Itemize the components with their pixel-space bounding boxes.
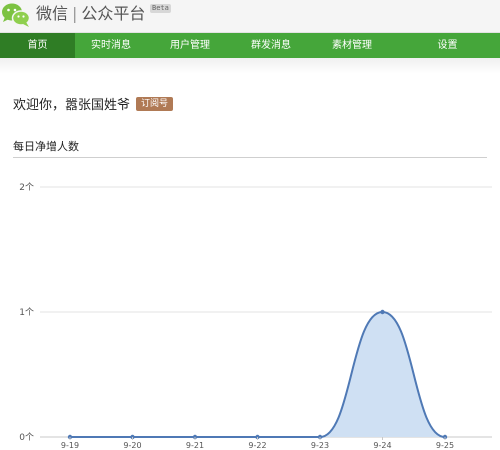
section-name: 公众平台	[81, 4, 146, 23]
top-header: 微信 | 公众平台 Beta	[0, 0, 500, 33]
x-tick-label: 9-23	[311, 441, 329, 450]
main-nav: 首页 实时消息 用户管理 群发消息 素材管理 设置	[0, 33, 500, 58]
series-area	[70, 312, 445, 437]
beta-tag: Beta	[150, 4, 171, 13]
x-tick-label: 9-22	[248, 441, 266, 450]
nav-item-settings[interactable]: 设置	[395, 33, 500, 58]
brand-divider: |	[72, 4, 78, 23]
nav-item-user-management[interactable]: 用户管理	[147, 33, 233, 58]
nav-item-home[interactable]: 首页	[0, 33, 75, 58]
welcome-message: 欢迎你，嚣张国姓爷 订阅号	[13, 94, 174, 113]
stats-divider	[13, 157, 487, 158]
account-type-badge: 订阅号	[136, 96, 174, 111]
x-tick-label: 9-20	[123, 441, 141, 450]
y-tick-label: 2个	[19, 182, 34, 193]
stats-title: 每日净增人数	[13, 140, 79, 153]
app-name: 微信	[36, 4, 69, 23]
wechat-logo-icon	[2, 3, 31, 27]
nav-item-mass-messages[interactable]: 群发消息	[233, 33, 309, 58]
data-point	[380, 309, 385, 315]
y-tick-label: 0个	[19, 432, 34, 443]
nav-item-realtime-messages[interactable]: 实时消息	[75, 33, 147, 58]
x-tick-label: 9-25	[436, 441, 454, 450]
y-tick-label: 1个	[19, 307, 34, 318]
x-tick-label: 9-19	[61, 441, 79, 450]
brand-title: 微信 | 公众平台	[36, 3, 145, 25]
welcome-text: 欢迎你，嚣张国姓爷	[13, 98, 131, 113]
daily-net-growth-chart: 0个 1个 2个 9-19 9-20 9-21 9-22 9-23 9-24 9-25	[19, 182, 492, 450]
x-tick-label: 9-24	[373, 441, 391, 450]
nav-shadow	[0, 58, 500, 74]
x-tick-label: 9-21	[186, 441, 204, 450]
nav-item-material-management[interactable]: 素材管理	[309, 33, 395, 58]
